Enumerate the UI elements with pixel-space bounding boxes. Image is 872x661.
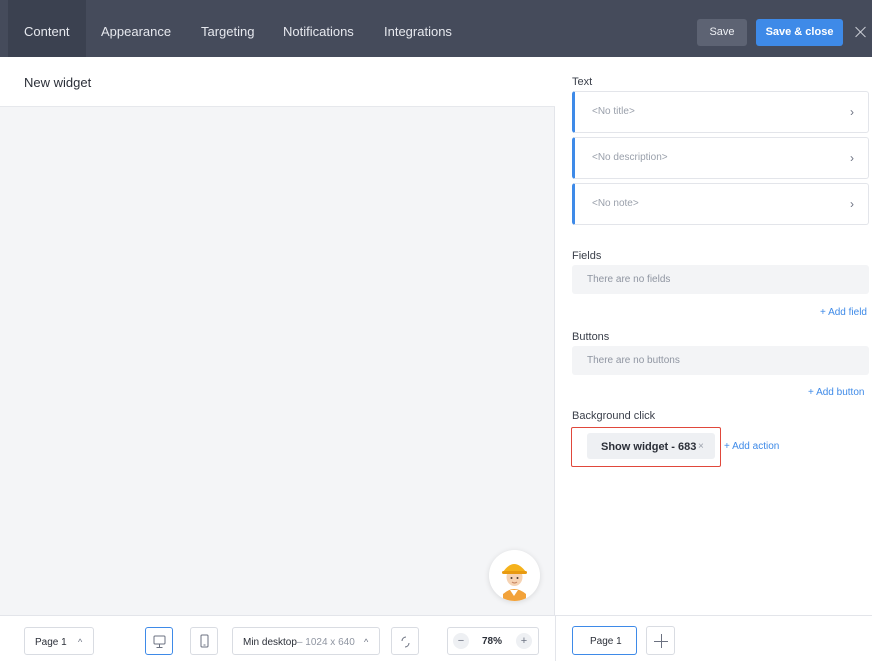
rotate-button[interactable] bbox=[391, 627, 419, 655]
page-selector-label: Page 1 bbox=[35, 637, 67, 648]
background-click-label: Background click bbox=[572, 410, 656, 422]
add-field-link[interactable]: + Add field bbox=[820, 307, 867, 318]
remove-action-icon[interactable]: × bbox=[698, 441, 704, 452]
title-text-item[interactable]: <No title> › bbox=[572, 91, 869, 133]
chevron-right-icon: › bbox=[850, 105, 854, 119]
note-text-item[interactable]: <No note> › bbox=[572, 183, 869, 225]
tab-notifications[interactable]: Notifications bbox=[267, 0, 370, 57]
tab-appearance[interactable]: Appearance bbox=[85, 0, 187, 57]
widget-title[interactable]: New widget bbox=[24, 75, 91, 90]
fields-empty-text: There are no fields bbox=[587, 274, 671, 285]
action-chip-label: Show widget - 683 bbox=[601, 441, 697, 453]
action-chip[interactable]: Show widget - 683 × bbox=[587, 433, 715, 459]
page-tab[interactable]: Page 1 bbox=[572, 626, 637, 655]
description-placeholder: <No description> bbox=[592, 152, 668, 163]
buttons-empty-state: There are no buttons bbox=[572, 346, 869, 375]
buttons-empty-text: There are no buttons bbox=[587, 355, 680, 366]
zoom-out-button[interactable]: − bbox=[453, 633, 469, 649]
chevron-right-icon: › bbox=[850, 197, 854, 211]
bottom-toolbar bbox=[0, 615, 872, 661]
fields-section-label: Fields bbox=[572, 250, 602, 262]
add-page-button[interactable] bbox=[646, 626, 675, 655]
viewport-name: Min desktop bbox=[243, 637, 297, 648]
tab-integrations[interactable]: Integrations bbox=[368, 0, 468, 57]
fields-empty-state: There are no fields bbox=[572, 265, 869, 294]
zoom-in-button[interactable]: + bbox=[516, 633, 532, 649]
tab-content[interactable]: Content bbox=[8, 0, 86, 57]
mobile-view-button[interactable] bbox=[190, 627, 218, 655]
add-button-link[interactable]: + Add button bbox=[808, 387, 864, 398]
viewport-size: – 1024 x 640 bbox=[296, 637, 355, 648]
page-tab-label: Page 1 bbox=[590, 636, 622, 647]
rotate-icon bbox=[401, 636, 410, 648]
viewport-selector[interactable]: Min desktop– 1024 x 640 ^ bbox=[232, 627, 380, 655]
widget-canvas[interactable] bbox=[0, 57, 555, 615]
add-action-link[interactable]: + Add action bbox=[724, 441, 779, 452]
buttons-section-label: Buttons bbox=[572, 331, 610, 343]
title-placeholder: <No title> bbox=[592, 106, 635, 117]
zoom-value: 78% bbox=[482, 636, 503, 647]
divider bbox=[555, 615, 556, 661]
desktop-icon bbox=[153, 635, 166, 648]
chevron-up-icon: ^ bbox=[364, 637, 369, 647]
widget-title-bar: New widget bbox=[0, 57, 555, 107]
note-placeholder: <No note> bbox=[592, 198, 639, 209]
close-icon[interactable] bbox=[854, 21, 868, 43]
text-section-label: Text bbox=[572, 76, 593, 88]
mobile-icon bbox=[200, 634, 209, 648]
chevron-right-icon: › bbox=[850, 151, 854, 165]
save-and-close-button[interactable]: Save & close bbox=[756, 19, 843, 46]
save-button[interactable]: Save bbox=[697, 19, 747, 46]
description-text-item[interactable]: <No description> › bbox=[572, 137, 869, 179]
desktop-view-button[interactable] bbox=[145, 627, 173, 655]
support-avatar-icon[interactable] bbox=[489, 550, 540, 601]
page-selector[interactable]: Page 1 ^ bbox=[24, 627, 94, 655]
chevron-up-icon: ^ bbox=[78, 637, 83, 647]
tab-targeting[interactable]: Targeting bbox=[185, 0, 270, 57]
